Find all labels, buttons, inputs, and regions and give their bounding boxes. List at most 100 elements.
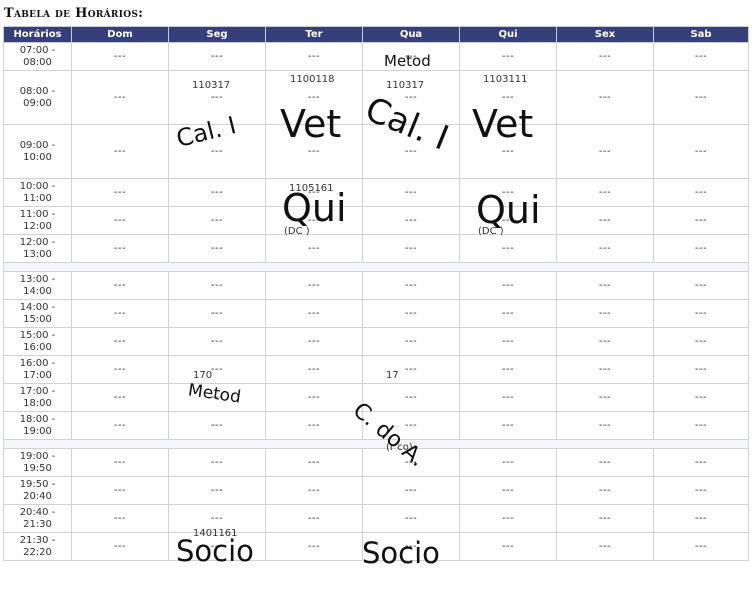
empty-cell-dash: --- xyxy=(501,335,515,347)
cell-ter: --- xyxy=(265,206,363,235)
cell-qua: --- xyxy=(362,206,460,235)
empty-cell-dash: --- xyxy=(694,456,708,468)
cell-ter: --- xyxy=(265,299,363,328)
time-start: 12:00 - xyxy=(19,236,56,248)
cell-ter: --- xyxy=(265,476,363,505)
time-start: 11:00 - xyxy=(19,208,56,220)
empty-cell-dash: --- xyxy=(404,335,418,347)
time-slot: 16:00 -17:00 xyxy=(3,355,72,384)
empty-cell-dash: --- xyxy=(113,363,127,375)
time-end: 09:00 xyxy=(23,97,52,109)
empty-cell-dash: --- xyxy=(598,540,612,552)
cell-sab: --- xyxy=(653,448,749,477)
cell-ter: --- xyxy=(265,504,363,533)
time-start: 21:30 - xyxy=(19,534,56,546)
empty-cell-dash: --- xyxy=(307,50,321,62)
time-slot: 12:00 -13:00 xyxy=(3,234,72,263)
cell-sab: --- xyxy=(653,383,749,412)
cell-seg: --- xyxy=(168,234,266,263)
empty-cell-dash: --- xyxy=(501,391,515,403)
cell-sab: --- xyxy=(653,124,749,179)
seg-morning-code: 110317 xyxy=(192,80,231,91)
column-header-seg: Seg xyxy=(168,26,266,43)
column-header-sab: Sab xyxy=(653,26,749,43)
empty-cell-dash: --- xyxy=(113,335,127,347)
table-row: 08:00 -09:00 --- --- --- --- --- --- --- xyxy=(3,70,749,125)
empty-cell-dash: --- xyxy=(210,335,224,347)
empty-cell-dash: --- xyxy=(210,419,224,431)
empty-cell-dash: --- xyxy=(307,145,321,157)
empty-cell-dash: --- xyxy=(210,307,224,319)
cell-ter: --- xyxy=(265,124,363,179)
cell-dom: --- xyxy=(71,299,169,328)
cell-sex: --- xyxy=(556,178,654,207)
cell-qui: --- xyxy=(459,411,557,440)
cell-qui: --- xyxy=(459,42,557,71)
cell-qua: --- xyxy=(362,271,460,300)
empty-cell-dash: --- xyxy=(501,186,515,198)
time-end: 18:00 xyxy=(23,397,52,409)
cell-qui: --- xyxy=(459,206,557,235)
empty-cell-dash: --- xyxy=(113,145,127,157)
empty-cell-dash: --- xyxy=(598,391,612,403)
empty-cell-dash: --- xyxy=(404,91,418,103)
table-row: 15:00 -16:00 --- --- --- --- --- --- --- xyxy=(3,327,749,356)
empty-cell-dash: --- xyxy=(694,186,708,198)
cell-qua: --- xyxy=(362,327,460,356)
cell-sab: --- xyxy=(653,234,749,263)
empty-cell-dash: --- xyxy=(113,540,127,552)
seg-night-code: 1401161 xyxy=(193,528,238,539)
empty-cell-dash: --- xyxy=(210,540,224,552)
empty-cell-dash: --- xyxy=(404,419,418,431)
empty-cell-dash: --- xyxy=(113,279,127,291)
empty-cell-dash: --- xyxy=(694,335,708,347)
empty-cell-dash: --- xyxy=(210,484,224,496)
empty-cell-dash: --- xyxy=(598,186,612,198)
empty-cell-dash: --- xyxy=(694,540,708,552)
empty-cell-dash: --- xyxy=(210,242,224,254)
time-end: 08:00 xyxy=(23,56,52,68)
cell-ter: --- xyxy=(265,271,363,300)
seg-afternoon-code: 170 xyxy=(193,370,213,381)
time-start: 15:00 - xyxy=(19,329,56,341)
cell-sab: --- xyxy=(653,411,749,440)
time-start: 16:00 - xyxy=(19,357,56,369)
empty-cell-dash: --- xyxy=(210,91,224,103)
ter-late-code: 1105161 xyxy=(289,183,334,194)
table-row: 10:00 -11:00 --- --- --- --- --- --- --- xyxy=(3,178,749,207)
empty-cell-dash: --- xyxy=(694,214,708,226)
cell-sex: --- xyxy=(556,42,654,71)
time-slot: 09:00 -10:00 xyxy=(3,124,72,179)
cell-sex: --- xyxy=(556,70,654,125)
cell-sex: --- xyxy=(556,234,654,263)
cell-dom: --- xyxy=(71,206,169,235)
time-end: 20:40 xyxy=(23,490,52,502)
empty-cell-dash: --- xyxy=(113,91,127,103)
qua-afternoon-code: 17 xyxy=(386,370,399,381)
table-row: 14:00 -15:00 --- --- --- --- --- --- --- xyxy=(3,299,749,328)
empty-cell-dash: --- xyxy=(694,363,708,375)
empty-cell-dash: --- xyxy=(694,512,708,524)
column-header-ter: Ter xyxy=(265,26,363,43)
empty-cell-dash: --- xyxy=(307,419,321,431)
cell-qua: --- xyxy=(362,42,460,71)
time-end: 11:00 xyxy=(23,192,52,204)
time-slot: 21:30 -22:20 xyxy=(3,532,72,561)
cell-dom: --- xyxy=(71,504,169,533)
cell-qua: --- xyxy=(362,411,460,440)
empty-cell-dash: --- xyxy=(694,419,708,431)
time-slot: 07:00 -08:00 xyxy=(3,42,72,71)
empty-cell-dash: --- xyxy=(501,363,515,375)
time-start: 14:00 - xyxy=(19,301,56,313)
time-slot: 17:00 -18:00 xyxy=(3,383,72,412)
table-row: 16:00 -17:00 --- --- --- --- --- --- --- xyxy=(3,355,749,384)
empty-cell-dash: --- xyxy=(113,512,127,524)
empty-cell-dash: --- xyxy=(694,279,708,291)
empty-cell-dash: --- xyxy=(694,91,708,103)
empty-cell-dash: --- xyxy=(404,214,418,226)
empty-cell-dash: --- xyxy=(210,145,224,157)
cell-qui: --- xyxy=(459,178,557,207)
cell-ter: --- xyxy=(265,42,363,71)
empty-cell-dash: --- xyxy=(501,419,515,431)
cell-seg: --- xyxy=(168,42,266,71)
